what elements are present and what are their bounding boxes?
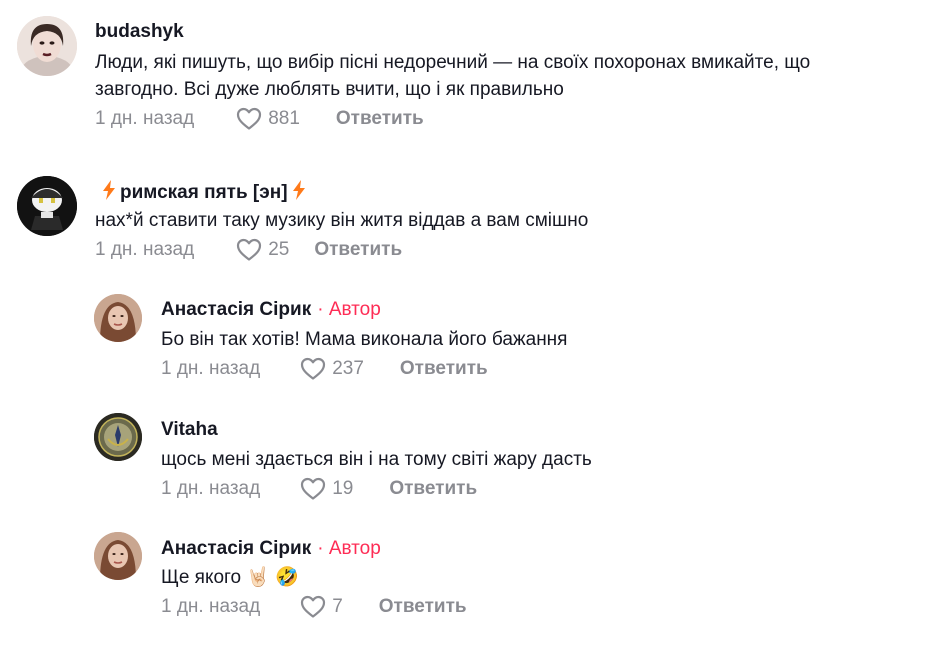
reply-timestamp: 1 дн. назад	[161, 596, 261, 617]
comment-item: римская пять [эн] нах*й ставити таку муз…	[0, 170, 939, 280]
reply-button[interactable]: Ответить	[379, 596, 467, 618]
comment-meta: 1 дн. назад 25 Ответить	[95, 238, 402, 262]
comment-item: budashyk Люди, які пишуть, що вибір пісн…	[0, 0, 939, 140]
comment-text-line: Люди, які пишуть, що вибір пісні недореч…	[95, 52, 811, 73]
like-button[interactable]: 881	[236, 107, 300, 131]
reply-button[interactable]: Ответить	[389, 478, 477, 500]
reply-author-line: Анастасія Сірик · Автор	[161, 299, 381, 321]
reply-username[interactable]: Анастасія Сірик	[161, 538, 311, 560]
like-count: 237	[332, 358, 364, 379]
reply-username[interactable]: Анастасія Сірик	[161, 299, 311, 321]
like-button[interactable]: 19	[300, 477, 353, 501]
like-count: 881	[268, 108, 300, 129]
comment-author-line: budashyk	[95, 21, 184, 43]
reply-button[interactable]: Ответить	[336, 108, 424, 130]
comment-text-line: нах*й ставити таку музику він житя відда…	[95, 210, 589, 231]
reply-timestamp: 1 дн. назад	[161, 358, 261, 379]
lightning-icon	[292, 180, 306, 205]
comment-author-line: римская пять [эн]	[98, 180, 310, 205]
comment-timestamp: 1 дн. назад	[95, 108, 195, 129]
like-button[interactable]: 7	[300, 595, 343, 619]
comment-username[interactable]: римская пять [эн]	[120, 182, 288, 204]
user-avatar[interactable]	[94, 413, 142, 461]
reply-text: Ще якого 🤘🏻 🤣	[161, 567, 299, 588]
user-avatar[interactable]	[17, 16, 77, 76]
heart-icon	[300, 477, 326, 501]
like-count: 19	[332, 478, 354, 499]
reply-timestamp: 1 дн. назад	[161, 478, 261, 499]
reply-item: Анастасія Сірик · Автор Ще якого 🤘🏻 🤣 1 …	[0, 529, 939, 629]
comment-timestamp: 1 дн. назад	[95, 239, 195, 260]
reply-author-line: Анастасія Сірик · Автор	[161, 538, 381, 560]
heart-icon	[236, 238, 262, 262]
reply-item: Анастасія Сірик · Автор Бо він так хотів…	[0, 290, 939, 390]
reply-text: щось мені здається він і на тому світі ж…	[161, 449, 592, 470]
reply-username[interactable]: Vitaha	[161, 419, 218, 441]
reply-meta: 1 дн. назад 19 Ответить	[161, 477, 477, 501]
user-avatar[interactable]	[94, 532, 142, 580]
user-avatar[interactable]	[94, 294, 142, 342]
heart-icon	[300, 595, 326, 619]
reply-button[interactable]: Ответить	[400, 358, 488, 380]
lightning-icon	[102, 180, 116, 205]
reply-meta: 1 дн. назад 7 Ответить	[161, 595, 467, 619]
reply-item: Vitaha щось мені здається він і на тому …	[0, 410, 939, 510]
like-count: 7	[332, 596, 343, 617]
reply-button[interactable]: Ответить	[314, 239, 402, 261]
comment-meta: 1 дн. назад 881 Ответить	[95, 107, 424, 131]
like-button[interactable]: 25	[236, 238, 289, 262]
author-badge: · Автор	[317, 538, 381, 559]
heart-icon	[300, 357, 326, 381]
reply-text: Бо він так хотів! Мама виконала його баж…	[161, 329, 568, 350]
reply-meta: 1 дн. назад 237 Ответить	[161, 357, 488, 381]
comment-username[interactable]: budashyk	[95, 21, 184, 43]
reply-author-line: Vitaha	[161, 419, 218, 441]
like-button[interactable]: 237	[300, 357, 364, 381]
author-badge: · Автор	[317, 299, 381, 320]
comment-text-line: завгодно. Всі дуже люблять вчити, що і я…	[95, 79, 564, 100]
heart-icon	[236, 107, 262, 131]
like-count: 25	[268, 239, 290, 260]
user-avatar[interactable]	[17, 176, 77, 236]
